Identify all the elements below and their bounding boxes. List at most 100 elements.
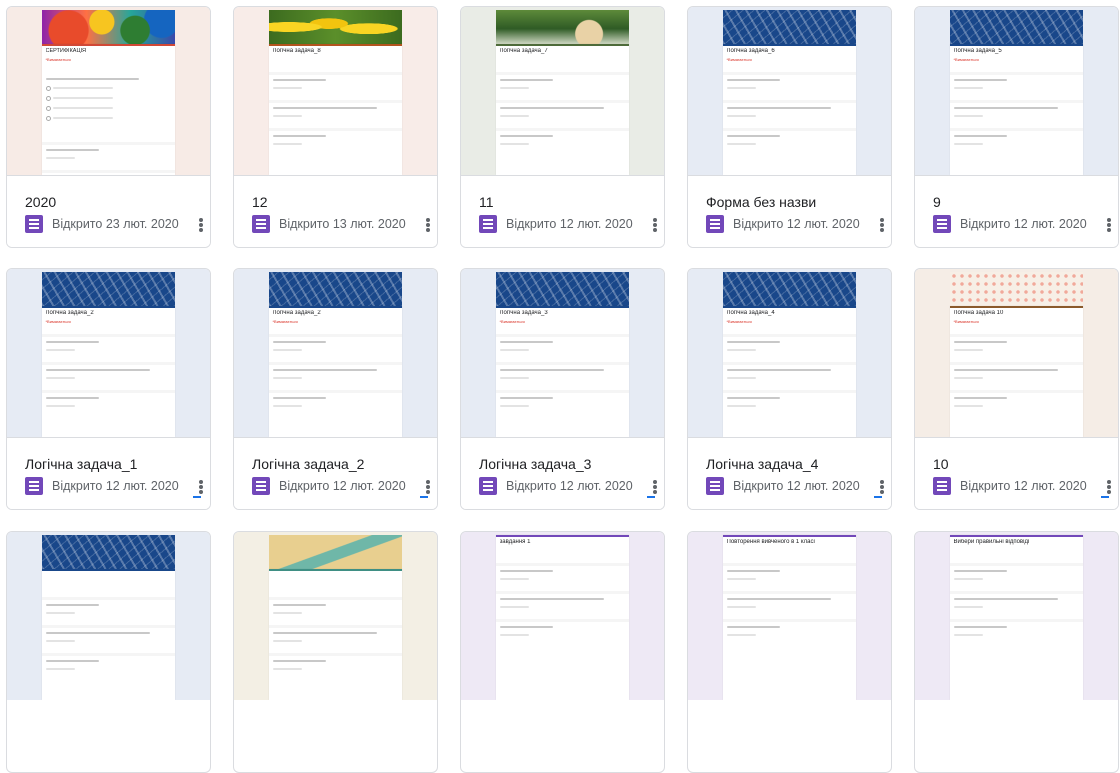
thumbnail-text-line [726,107,831,109]
form-card[interactable]: Логічна задача_2 *Вимагається Логічна зада… [233,268,438,510]
thumbnail-form-page: Логічна задача_5 *Вимагається [949,44,1084,175]
thumbnail-text-line [953,79,1008,81]
thumbnail-text-line [499,115,529,117]
form-card-footer: 11 Відкрито 12 лют. 2020 [461,175,664,247]
thumbnail-required-note: *Вимагається [953,57,979,62]
form-card[interactable]: Логічна задача_7 11 Відкрито 12 лют. 2020 [460,6,665,248]
more-vert-icon[interactable] [423,216,433,234]
more-vert-icon[interactable] [650,216,660,234]
thumbnail-text-line [499,87,529,89]
form-card[interactable] [6,531,211,773]
last-opened-date: Відкрито 12 лют. 2020 [279,479,406,493]
google-forms-icon [25,215,43,233]
thumbnail-text-line [272,143,302,145]
thumbnail-text-line [272,604,327,606]
thumbnail-question-box [722,591,857,616]
more-vert-icon[interactable] [650,478,660,496]
shared-indicator [420,496,428,498]
thumbnail-text-line [726,578,756,580]
more-vert-icon[interactable] [196,478,206,496]
form-card[interactable]: Логічна задача_2 *Вимагається Логічна зада… [6,268,211,510]
thumbnail-required-note: *Вимагається [45,319,71,324]
form-card[interactable]: завдання 1 [460,531,665,773]
more-vert-icon[interactable] [196,216,206,234]
form-card[interactable]: Логічна задача_4 *Вимагається Логічна зада… [687,268,892,510]
thumbnail-form-page [268,569,403,700]
form-card[interactable]: Логічна задача_8 12 Відкрито 13 лют. 2020 [233,6,438,248]
thumbnail-accent-rule [268,306,403,308]
thumbnail-text-line [953,107,1058,109]
form-card[interactable]: Вибери правильні відповіді [914,531,1119,773]
thumbnail-text-line [726,377,756,379]
thumbnail-question-box [41,653,176,678]
more-vert-icon[interactable] [1104,216,1114,234]
thumbnail-question-box [495,128,630,153]
thumbnail-text-line [726,598,831,600]
thumbnail-text-line [499,405,529,407]
thumbnail-accent-rule [495,44,630,46]
thumbnail-form-page: Логічна задача_6 *Вимагається [722,44,857,175]
shared-indicator [647,496,655,498]
form-card[interactable]: Логічна задача 10 *Вимагається 10 Відкрито … [914,268,1119,510]
thumbnail-text-line [45,397,100,399]
more-vert-icon[interactable] [1104,478,1114,496]
thumbnail-text-line [953,405,983,407]
thumbnail-question-box [949,334,1084,359]
more-vert-icon[interactable] [423,478,433,496]
thumbnail-required-note: *Вимагається [726,319,752,324]
thumbnail-question-box [949,128,1084,153]
form-card[interactable]: СЕРТИФІКАЦІЯ *Вимагається 2020 Відкрито 23 … [6,6,211,248]
thumbnail-text-line [45,377,75,379]
form-title: Логічна задача_1 [25,456,138,472]
thumbnail-accent-rule [41,44,176,46]
thumbnail-text-line [499,570,554,572]
thumbnail-text-line [726,606,756,608]
thumbnail-text-line [726,115,756,117]
thumbnail-text-line [499,107,604,109]
thumbnail-form-title: Логічна задача_2 [45,310,94,316]
thumbnail-form-title: Логічна задача_7 [499,48,548,54]
form-thumbnail: Логічна задача_4 *Вимагається [688,269,891,437]
thumbnail-header-image [268,272,403,306]
thumbnail-form-title: Логічна задача_2 [272,310,321,316]
thumbnail-header-image [41,272,176,306]
thumbnail-question-box [722,128,857,153]
form-thumbnail: завдання 1 [461,532,664,700]
thumbnail-form-title: завдання 1 [499,539,531,545]
thumbnail-accent-rule [495,535,630,537]
thumbnail-header-image [495,10,630,44]
thumbnail-text-line [499,143,529,145]
thumbnail-question-box [41,334,176,359]
thumbnail-text-line [272,369,377,371]
form-thumbnail: Вибери правильні відповіді [915,532,1118,700]
form-thumbnail: Логічна задача_2 *Вимагається [234,269,437,437]
thumbnail-accent-rule [41,569,176,571]
form-title: 12 [252,194,268,210]
thumbnail-text-line [726,143,756,145]
thumbnail-accent-rule [268,569,403,571]
form-card[interactable]: Повторення вивченого в 1 класі [687,531,892,773]
form-card[interactable]: Логічна задача_6 *Вимагається Форма без на… [687,6,892,248]
form-card[interactable]: Логічна задача_5 *Вимагається 9 Відкрито 12… [914,6,1119,248]
google-forms-icon [252,215,270,233]
form-card[interactable]: Логічна задача_3 *Вимагається Логічна зада… [460,268,665,510]
thumbnail-text-line [52,107,113,109]
form-card[interactable] [233,531,438,773]
thumbnail-form-page: Логічна задача_2 *Вимагається [41,306,176,437]
thumbnail-question-box [495,362,630,387]
more-vert-icon[interactable] [877,478,887,496]
more-vert-icon[interactable] [877,216,887,234]
last-opened-date: Відкрито 12 лют. 2020 [733,479,860,493]
thumbnail-question-box [41,597,176,622]
last-opened-date: Відкрито 12 лют. 2020 [960,479,1087,493]
thumbnail-text-line [45,668,75,670]
thumbnail-question-box [268,653,403,678]
thumbnail-text-line [499,397,554,399]
thumbnail-question-box [495,100,630,125]
thumbnail-header-image [41,535,176,569]
thumbnail-text-line [272,79,327,81]
thumbnail-text-line [953,349,983,351]
form-thumbnail: Логічна задача_8 [234,7,437,175]
thumbnail-text-line [953,87,983,89]
last-opened-date: Відкрито 12 лют. 2020 [733,217,860,231]
